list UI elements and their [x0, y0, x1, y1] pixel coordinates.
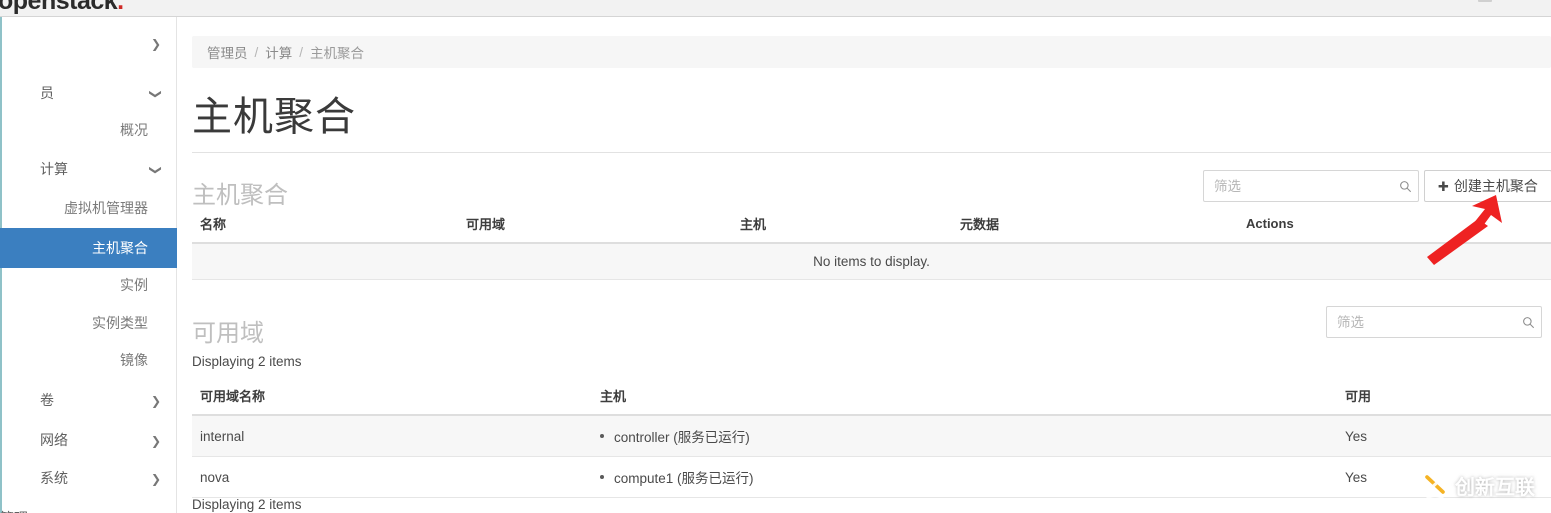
zone-host-label: compute1 (服务已运行)	[614, 471, 754, 486]
zone-name-cell: internal	[192, 415, 592, 457]
zone-host-label: controller (服务已运行)	[614, 430, 750, 445]
sidebar-item-flavors-label: 实例类型	[92, 315, 148, 331]
table-header-row: 名称 可用域 主机 元数据 Actions	[192, 208, 1551, 244]
sidebar-item-host-aggregates[interactable]: 主机聚合	[0, 228, 177, 268]
breadcrumb-item-2: 主机聚合	[310, 46, 365, 61]
search-icon[interactable]	[1515, 307, 1541, 337]
aggregates-filter-input[interactable]	[1204, 171, 1392, 201]
zones-panel-heading: 可用域	[192, 320, 264, 347]
sidebar-item-compute-label: 计算	[40, 161, 68, 177]
chevron-right-icon	[149, 394, 163, 407]
chevron-right-icon	[149, 472, 163, 485]
sidebar-item-compute[interactable]: 计算	[0, 149, 177, 189]
chevron-right-icon	[149, 434, 163, 447]
sidebar-item-flavors[interactable]: 实例类型	[0, 303, 177, 343]
sidebar-item-system[interactable]: 系统	[0, 458, 177, 498]
sidebar-item-volumes[interactable]: 卷	[0, 380, 177, 420]
sidebar-item-overview-label: 概况	[120, 122, 148, 138]
chevron-right-icon	[149, 37, 163, 50]
breadcrumb-item-0[interactable]: 管理员	[207, 42, 248, 62]
sidebar-item-identity[interactable]: 管理	[0, 498, 177, 513]
plus-icon: ✚	[1438, 178, 1449, 194]
openstack-dashboard-page: openstack. 员 概况 计算 虚拟机管理器 主机聚合	[0, 0, 1551, 513]
table-row[interactable]: nova compute1 (服务已运行) Yes	[192, 456, 1551, 498]
bullet-icon	[600, 475, 604, 479]
bullet-icon	[600, 434, 604, 438]
sidebar-item-0[interactable]	[0, 23, 177, 63]
create-host-aggregate-label: 创建主机聚合	[1453, 178, 1538, 194]
column-header-metadata[interactable]: 元数据	[952, 208, 1238, 244]
table-header-row: 可用域名称 主机 可用	[192, 380, 1551, 416]
sidebar-item-instances[interactable]: 实例	[0, 265, 177, 305]
breadcrumb-separator: /	[254, 44, 259, 60]
sidebar-item-hypervisors[interactable]: 虚拟机管理器	[0, 188, 177, 228]
zones-count-bottom: Displaying 2 items	[192, 497, 302, 512]
sidebar-item-host-aggregates-label: 主机聚合	[92, 240, 148, 256]
user-menu-icon[interactable]	[1474, 0, 1496, 10]
sidebar-item-volumes-label: 卷	[40, 392, 54, 408]
breadcrumb: 管理员 / 计算 / 主机聚合	[192, 36, 1551, 68]
breadcrumb-item-1[interactable]: 计算	[265, 42, 292, 62]
column-header-name[interactable]: 名称	[192, 208, 458, 244]
column-header-actions: Actions	[1238, 208, 1551, 244]
chevron-down-icon	[149, 87, 163, 100]
sidebar-item-images[interactable]: 镜像	[0, 340, 177, 380]
column-header-hosts[interactable]: 主机	[732, 208, 952, 244]
sidebar-navigation: 员 概况 计算 虚拟机管理器 主机聚合 实例 实例类型 镜像 卷	[0, 17, 177, 513]
zones-count-top: Displaying 2 items	[192, 354, 302, 369]
brand-text: openstack	[0, 0, 118, 15]
sidebar-item-system-label: 系统	[40, 470, 68, 486]
sidebar-item-network-label: 网络	[40, 432, 68, 448]
title-divider	[192, 152, 1551, 153]
top-header-bar: openstack.	[0, 0, 1551, 17]
page-title: 主机聚合	[192, 95, 356, 139]
zones-filter-box[interactable]	[1326, 306, 1542, 338]
breadcrumb-separator: /	[299, 44, 304, 60]
table-row[interactable]: internal controller (服务已运行) Yes	[192, 415, 1551, 457]
availability-zones-table: 可用域名称 主机 可用 internal controller (服务已运行) …	[192, 380, 1551, 498]
user-menu-glyph	[1478, 0, 1492, 2]
sidebar-item-network[interactable]: 网络	[0, 420, 177, 460]
column-header-available[interactable]: 可用	[1337, 380, 1551, 416]
zone-hosts-cell: compute1 (服务已运行)	[592, 456, 1337, 498]
sidebar-item-instances-label: 实例	[120, 277, 148, 293]
create-host-aggregate-button[interactable]: ✚ 创建主机聚合	[1424, 170, 1551, 202]
host-aggregates-table: 名称 可用域 主机 元数据 Actions No items to displa…	[192, 208, 1551, 280]
chevron-down-icon	[149, 163, 163, 176]
sidebar-item-overview[interactable]: 概况	[0, 110, 177, 150]
sidebar-item-identity-label: 管理	[0, 508, 28, 513]
sidebar-item-admin-label: 员	[40, 85, 54, 101]
zones-filter-input[interactable]	[1327, 307, 1515, 337]
sidebar-item-hypervisors-label: 虚拟机管理器	[64, 200, 148, 216]
column-header-zone-hosts[interactable]: 主机	[592, 380, 1337, 416]
sidebar-item-admin[interactable]: 员	[0, 73, 177, 113]
zone-name-cell: nova	[192, 456, 592, 498]
main-content: 管理员 / 计算 / 主机聚合 主机聚合 主机聚合 ✚ 创建主机聚合	[178, 18, 1551, 513]
sidebar-item-images-label: 镜像	[120, 352, 148, 368]
zone-available-cell: Yes	[1337, 415, 1551, 457]
column-header-zone-name[interactable]: 可用域名称	[192, 380, 592, 416]
aggregates-filter-box[interactable]	[1203, 170, 1419, 202]
aggregates-panel-heading: 主机聚合	[192, 182, 288, 209]
empty-message: No items to display.	[192, 243, 1551, 280]
search-icon[interactable]	[1392, 171, 1418, 201]
table-empty-row: No items to display.	[192, 243, 1551, 280]
column-header-availability-zone[interactable]: 可用域	[458, 208, 732, 244]
zone-available-cell: Yes	[1337, 456, 1551, 498]
zone-hosts-cell: controller (服务已运行)	[592, 415, 1337, 457]
brand-dot: .	[117, 0, 124, 15]
openstack-logo[interactable]: openstack.	[0, 0, 124, 16]
